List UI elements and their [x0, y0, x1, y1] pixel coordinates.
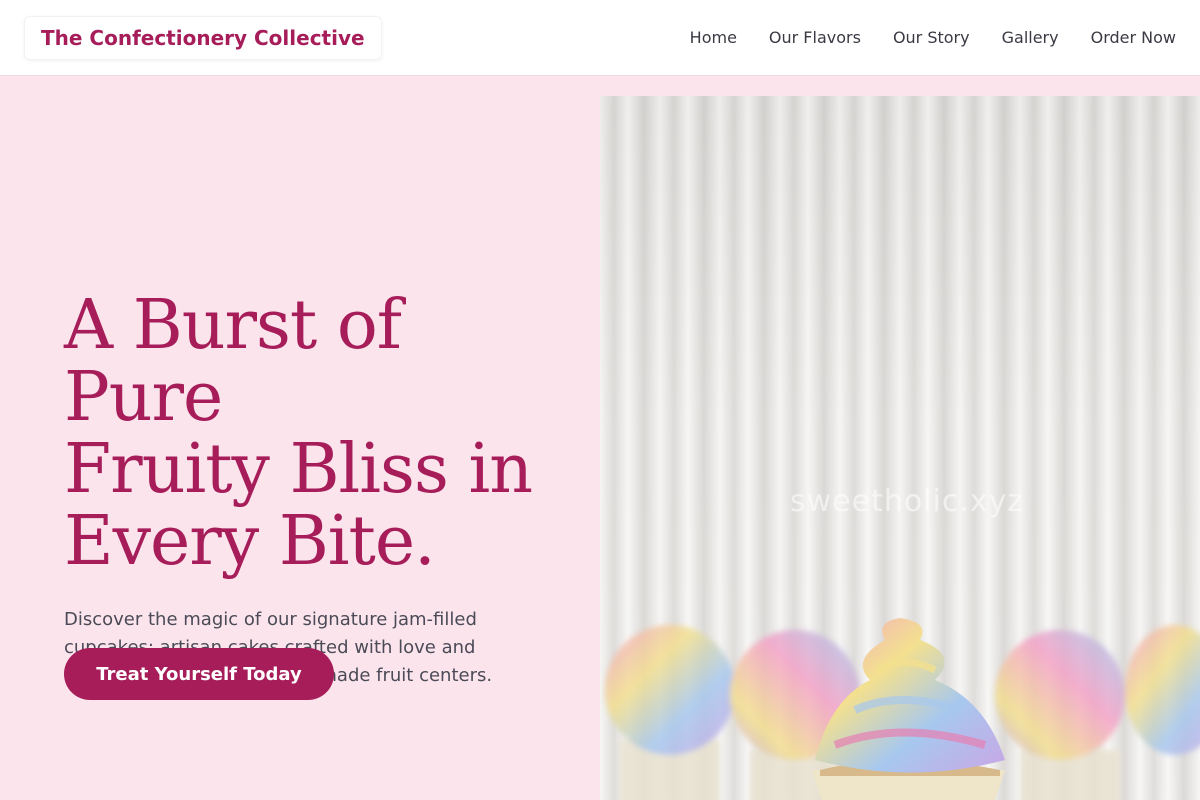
image-watermark: sweetholic.xyz: [790, 484, 1025, 519]
nav-link-our-story[interactable]: Our Story: [893, 28, 970, 47]
nav-link-home[interactable]: Home: [690, 28, 737, 47]
headline-line-1: A Burst of Pure: [64, 286, 402, 437]
nav-link-order-now[interactable]: Order Now: [1091, 28, 1176, 47]
headline-line-2: Fruity Bliss in: [64, 430, 533, 509]
cupcakes-illustration: [605, 618, 1200, 800]
nav-link-gallery[interactable]: Gallery: [1002, 28, 1059, 47]
brand-logo[interactable]: The Confectionery Collective: [24, 15, 382, 60]
hero-text: A Burst of Pure Fruity Bliss in Every Bi…: [64, 290, 564, 690]
main-menu: Home Our Flavors Our Story Gallery Order…: [690, 28, 1176, 47]
hero-cupcake-image: sweetholic.xyz: [600, 96, 1200, 800]
treat-yourself-button[interactable]: Treat Yourself Today: [64, 648, 334, 700]
nav-link-our-flavors[interactable]: Our Flavors: [769, 28, 861, 47]
top-navigation-bar: The Confectionery Collective Home Our Fl…: [0, 0, 1200, 76]
hero-headline: A Burst of Pure Fruity Bliss in Every Bi…: [64, 290, 564, 578]
headline-line-3: Every Bite.: [64, 502, 436, 581]
